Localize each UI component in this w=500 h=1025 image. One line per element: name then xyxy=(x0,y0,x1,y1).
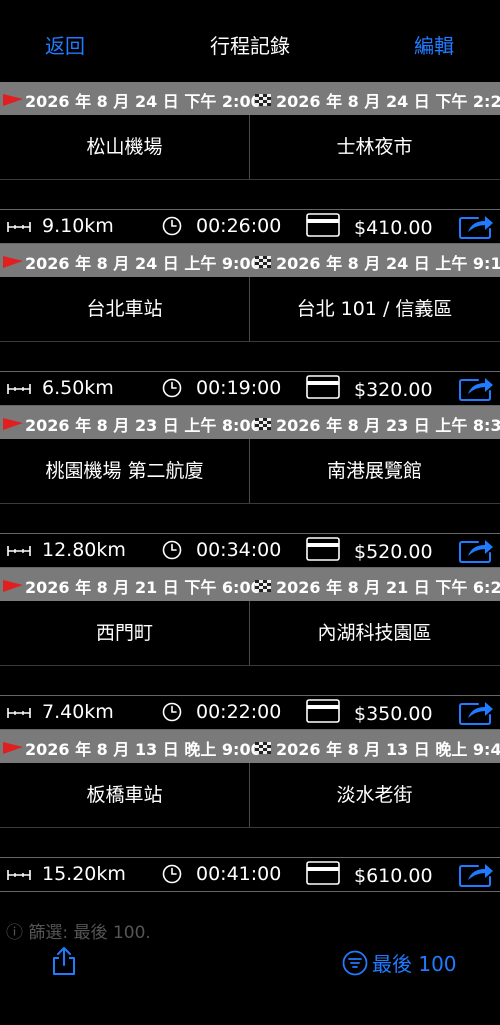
card-icon xyxy=(306,375,340,399)
destination-location: 士林夜市 xyxy=(336,136,413,158)
destination-location: 淡水老街 xyxy=(336,784,413,806)
share-icon[interactable] xyxy=(458,212,494,240)
end-time: 2026 年 8 月 24 日 上午 9:19 xyxy=(276,254,500,273)
share-icon[interactable] xyxy=(458,698,494,726)
card-icon xyxy=(306,537,340,561)
clock-icon xyxy=(162,702,182,722)
fare-value: $410.00 xyxy=(354,217,433,239)
start-time: 2026 年 8 月 21 日 下午 6:00 xyxy=(25,578,262,597)
trip-places: 松山機場 士林夜市 xyxy=(0,115,500,180)
share-icon[interactable] xyxy=(458,536,494,564)
origin-location: 西門町 xyxy=(95,622,153,644)
card-icon xyxy=(306,861,340,885)
distance-value: 7.40km xyxy=(42,701,114,723)
fare-value: $320.00 xyxy=(354,379,433,401)
fare-value: $350.00 xyxy=(354,703,433,725)
trip-stats: 6.50km 00:19:00 $320.00 xyxy=(0,371,500,406)
trip-row[interactable]: 2026 年 8 月 24 日 下午 2:00 2026 年 8 月 24 日 … xyxy=(0,82,500,244)
upload-icon[interactable] xyxy=(50,946,78,976)
trip-row[interactable]: 2026 年 8 月 24 日 上午 9:00 2026 年 8 月 24 日 … xyxy=(0,244,500,406)
distance-value: 12.80km xyxy=(42,539,126,561)
start-time: 2026 年 8 月 13 日 晚上 9:00 xyxy=(25,740,262,759)
finish-flag-icon xyxy=(255,256,271,268)
origin-location: 桃園機場 第二航廈 xyxy=(45,460,204,482)
distance-value: 9.10km xyxy=(42,215,114,237)
card-icon xyxy=(306,699,340,723)
trip-time-header: 2026 年 8 月 13 日 晚上 9:00 2026 年 8 月 13 日 … xyxy=(0,730,500,763)
origin-location: 台北車站 xyxy=(86,298,163,320)
destination-location: 台北 101 / 信義區 xyxy=(296,298,453,320)
trip-stats: 9.10km 00:26:00 $410.00 xyxy=(0,209,500,244)
distance-icon xyxy=(7,222,31,232)
trip-time-header: 2026 年 8 月 24 日 上午 9:00 2026 年 8 月 24 日 … xyxy=(0,244,500,277)
distance-icon xyxy=(7,870,31,880)
finish-flag-icon xyxy=(255,742,271,754)
duration-value: 00:34:00 xyxy=(196,539,282,561)
origin-location: 板橋車站 xyxy=(86,784,163,806)
filter-info-text: ⓘ 篩選: 最後 100. xyxy=(6,923,151,943)
start-flag-icon xyxy=(3,94,23,106)
trip-stats: 12.80km 00:34:00 $520.00 xyxy=(0,533,500,568)
destination-location: 南港展覽館 xyxy=(326,460,422,482)
finish-flag-icon xyxy=(255,580,271,592)
duration-value: 00:22:00 xyxy=(196,701,282,723)
start-flag-icon xyxy=(3,580,23,592)
filter-button-label: 最後 100 xyxy=(372,952,457,976)
trip-places: 西門町 內湖科技園區 xyxy=(0,601,500,666)
finish-flag-icon xyxy=(255,94,271,106)
filter-icon xyxy=(342,950,368,976)
trip-time-header: 2026 年 8 月 23 日 上午 8:00 2026 年 8 月 23 日 … xyxy=(0,406,500,439)
distance-icon xyxy=(7,384,31,394)
clock-icon xyxy=(162,216,182,236)
end-time: 2026 年 8 月 24 日 下午 2:26 xyxy=(276,92,500,111)
end-time: 2026 年 8 月 21 日 下午 6:22 xyxy=(276,578,500,597)
distance-icon xyxy=(7,708,31,718)
destination-location: 內湖科技園區 xyxy=(317,622,432,644)
share-icon[interactable] xyxy=(458,374,494,402)
share-icon[interactable] xyxy=(458,860,494,888)
distance-value: 6.50km xyxy=(42,377,114,399)
fare-value: $610.00 xyxy=(354,865,433,887)
duration-value: 00:19:00 xyxy=(196,377,282,399)
start-time: 2026 年 8 月 24 日 上午 9:00 xyxy=(25,254,262,273)
distance-icon xyxy=(7,546,31,556)
navigation-bar: 返回 行程記錄 編輯 xyxy=(0,0,500,82)
trip-time-header: 2026 年 8 月 24 日 下午 2:00 2026 年 8 月 24 日 … xyxy=(0,82,500,115)
duration-value: 00:41:00 xyxy=(196,863,282,885)
start-time: 2026 年 8 月 24 日 下午 2:00 xyxy=(25,92,262,111)
trip-stats: 7.40km 00:22:00 $350.00 xyxy=(0,695,500,730)
distance-value: 15.20km xyxy=(42,863,126,885)
trip-row[interactable]: 2026 年 8 月 21 日 下午 6:00 2026 年 8 月 21 日 … xyxy=(0,568,500,730)
trip-places: 台北車站 台北 101 / 信義區 xyxy=(0,277,500,342)
finish-flag-icon xyxy=(255,418,271,430)
card-icon xyxy=(306,213,340,237)
start-flag-icon xyxy=(3,418,23,430)
trip-places: 桃園機場 第二航廈 南港展覽館 xyxy=(0,439,500,504)
clock-icon xyxy=(162,540,182,560)
end-time: 2026 年 8 月 23 日 上午 8:34 xyxy=(276,416,500,435)
trip-row[interactable]: 2026 年 8 月 13 日 晚上 9:00 2026 年 8 月 13 日 … xyxy=(0,730,500,892)
clock-icon xyxy=(162,378,182,398)
start-flag-icon xyxy=(3,742,23,754)
origin-location: 松山機場 xyxy=(86,136,163,158)
start-flag-icon xyxy=(3,256,23,268)
trip-row[interactable]: 2026 年 8 月 23 日 上午 8:00 2026 年 8 月 23 日 … xyxy=(0,406,500,568)
fare-value: $520.00 xyxy=(354,541,433,563)
trip-stats: 15.20km 00:41:00 $610.00 xyxy=(0,857,500,892)
trip-places: 板橋車站 淡水老街 xyxy=(0,763,500,828)
trip-time-header: 2026 年 8 月 21 日 下午 6:00 2026 年 8 月 21 日 … xyxy=(0,568,500,601)
duration-value: 00:26:00 xyxy=(196,215,282,237)
end-time: 2026 年 8 月 13 日 晚上 9:41 xyxy=(276,740,500,759)
clock-icon xyxy=(162,864,182,884)
edit-button[interactable]: 編輯 xyxy=(414,30,454,59)
start-time: 2026 年 8 月 23 日 上午 8:00 xyxy=(25,416,262,435)
